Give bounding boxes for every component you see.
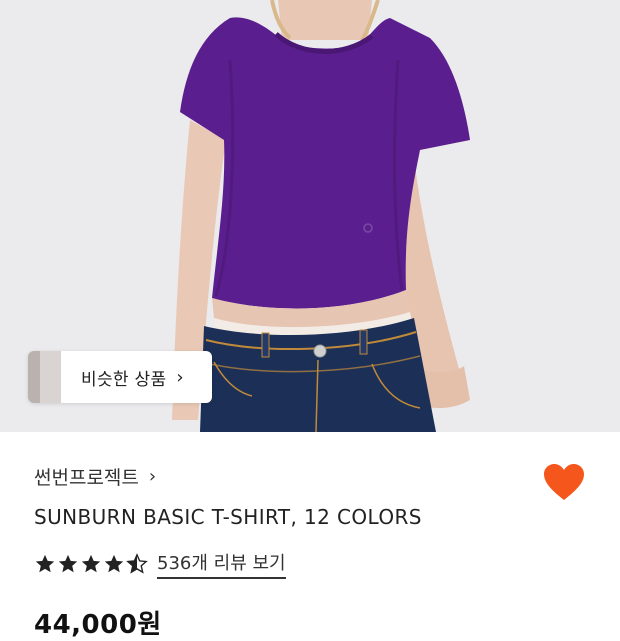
similar-products-button[interactable]: 비슷한 상품 › [28, 351, 212, 403]
star-icon [35, 554, 55, 573]
brand-name: 썬번프로젝트 [34, 467, 139, 489]
star-half-icon [126, 553, 148, 574]
product-image[interactable]: 비슷한 상품 › [0, 0, 620, 432]
star-icon [104, 554, 124, 573]
chevron-right-icon: › [148, 466, 157, 487]
product-price: 44,000원 [34, 610, 162, 640]
heart-icon[interactable] [542, 462, 586, 502]
star-icon [58, 554, 78, 573]
rating-row: 536개 리뷰 보기 [34, 549, 286, 579]
product-title: SUNBURN BASIC T-SHIRT, 12 COLORS [34, 505, 422, 529]
rating-stars [34, 553, 149, 575]
similar-thumbnail [28, 351, 61, 403]
similar-products-label: 비슷한 상품 [81, 369, 167, 390]
review-link[interactable]: 536개 리뷰 보기 [157, 549, 286, 579]
brand-link[interactable]: 썬번프로젝트 › [34, 463, 156, 490]
chevron-right-icon: › [176, 366, 184, 388]
star-icon [81, 554, 101, 573]
